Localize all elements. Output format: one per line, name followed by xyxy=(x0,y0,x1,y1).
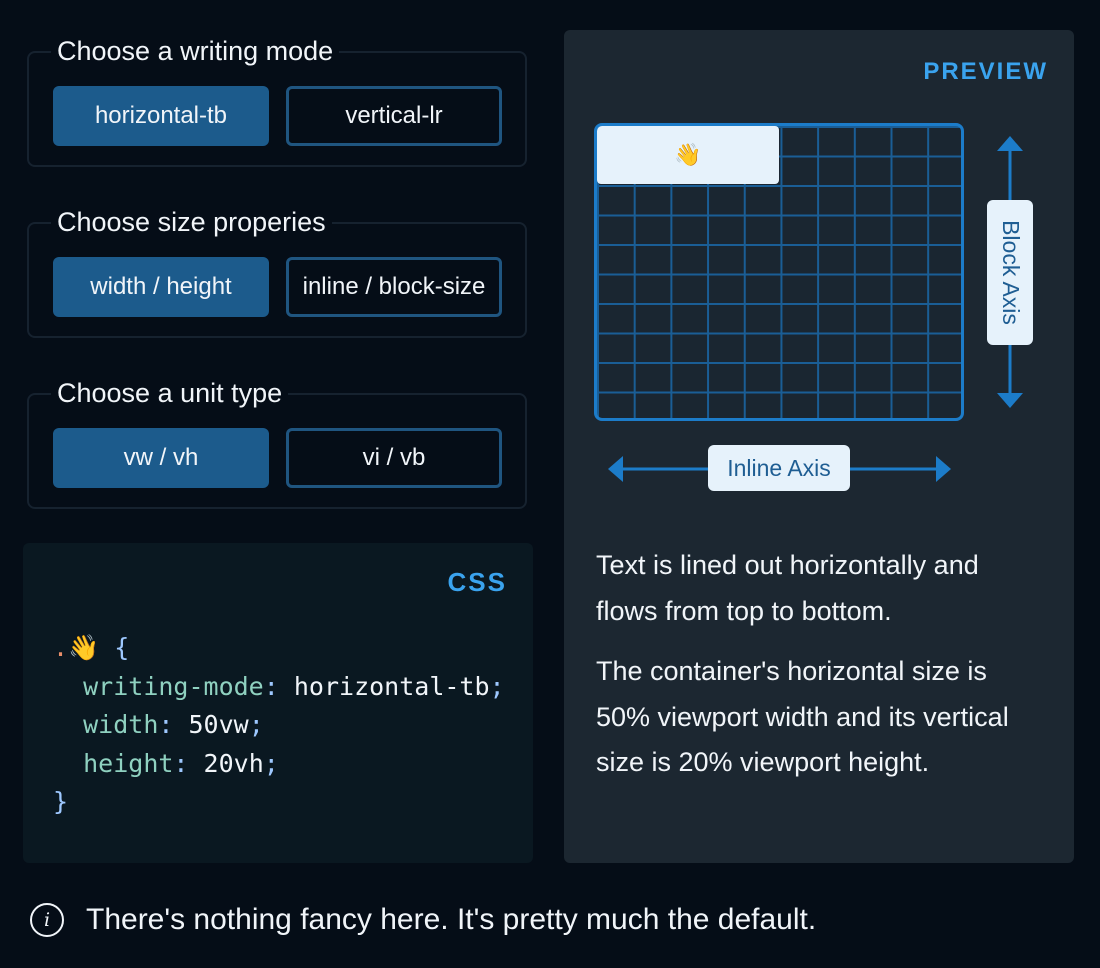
info-note: i There's nothing fancy here. It's prett… xyxy=(30,898,816,942)
css-label: CSS xyxy=(447,567,507,597)
unit-type-group: Choose a unit type vw / vh vi / vb xyxy=(27,375,527,509)
size-properties-group: Choose size properies width / height inl… xyxy=(27,204,527,338)
open-brace: { xyxy=(114,633,130,662)
code-prop: height xyxy=(83,748,174,778)
writing-mode-group: Choose a writing mode horizontal-tb vert… xyxy=(27,33,527,167)
inline-block-size-button[interactable]: inline / block-size xyxy=(286,257,502,317)
selector-dot: . xyxy=(53,633,69,662)
block-axis-text: Block Axis xyxy=(997,220,1024,325)
close-brace: } xyxy=(53,787,69,816)
size-properties-legend: Choose size properies xyxy=(51,204,332,240)
code-value: 20vh xyxy=(203,748,264,778)
horizontal-tb-button[interactable]: horizontal-tb xyxy=(53,86,269,146)
css-code-block: .👋 { writing-mode: horizontal-tb; width:… xyxy=(53,633,505,816)
preview-description-flow: Text is lined out horizontally and flows… xyxy=(596,550,979,626)
unit-type-legend: Choose a unit type xyxy=(51,375,289,411)
info-icon: i xyxy=(30,903,64,937)
code-value: 50vw xyxy=(188,710,249,739)
vertical-lr-button[interactable]: vertical-lr xyxy=(286,86,502,146)
code-prop: writing-mode xyxy=(83,671,264,701)
preview-description-size: The container's horizontal size is 50% v… xyxy=(596,656,1009,777)
info-note-text: There's nothing fancy here. It's pretty … xyxy=(86,903,817,936)
block-axis-label: Block Axis xyxy=(987,200,1033,345)
writing-mode-legend: Choose a writing mode xyxy=(51,33,340,69)
vw-vh-button[interactable]: vw / vh xyxy=(53,428,269,488)
css-code-panel: CSS .👋 { writing-mode: horizontal-tb; wi… xyxy=(23,543,533,863)
width-height-button[interactable]: width / height xyxy=(53,257,269,317)
selector-emoji: 👋 xyxy=(68,633,100,662)
vi-vb-button[interactable]: vi / vb xyxy=(286,428,502,488)
inline-axis-label: Inline Axis xyxy=(708,445,850,491)
code-value: horizontal-tb xyxy=(293,671,490,701)
preview-panel: PREVIEW 👋 Inline Axis Block Axis Text is… xyxy=(564,30,1074,863)
code-prop: width xyxy=(83,710,159,739)
